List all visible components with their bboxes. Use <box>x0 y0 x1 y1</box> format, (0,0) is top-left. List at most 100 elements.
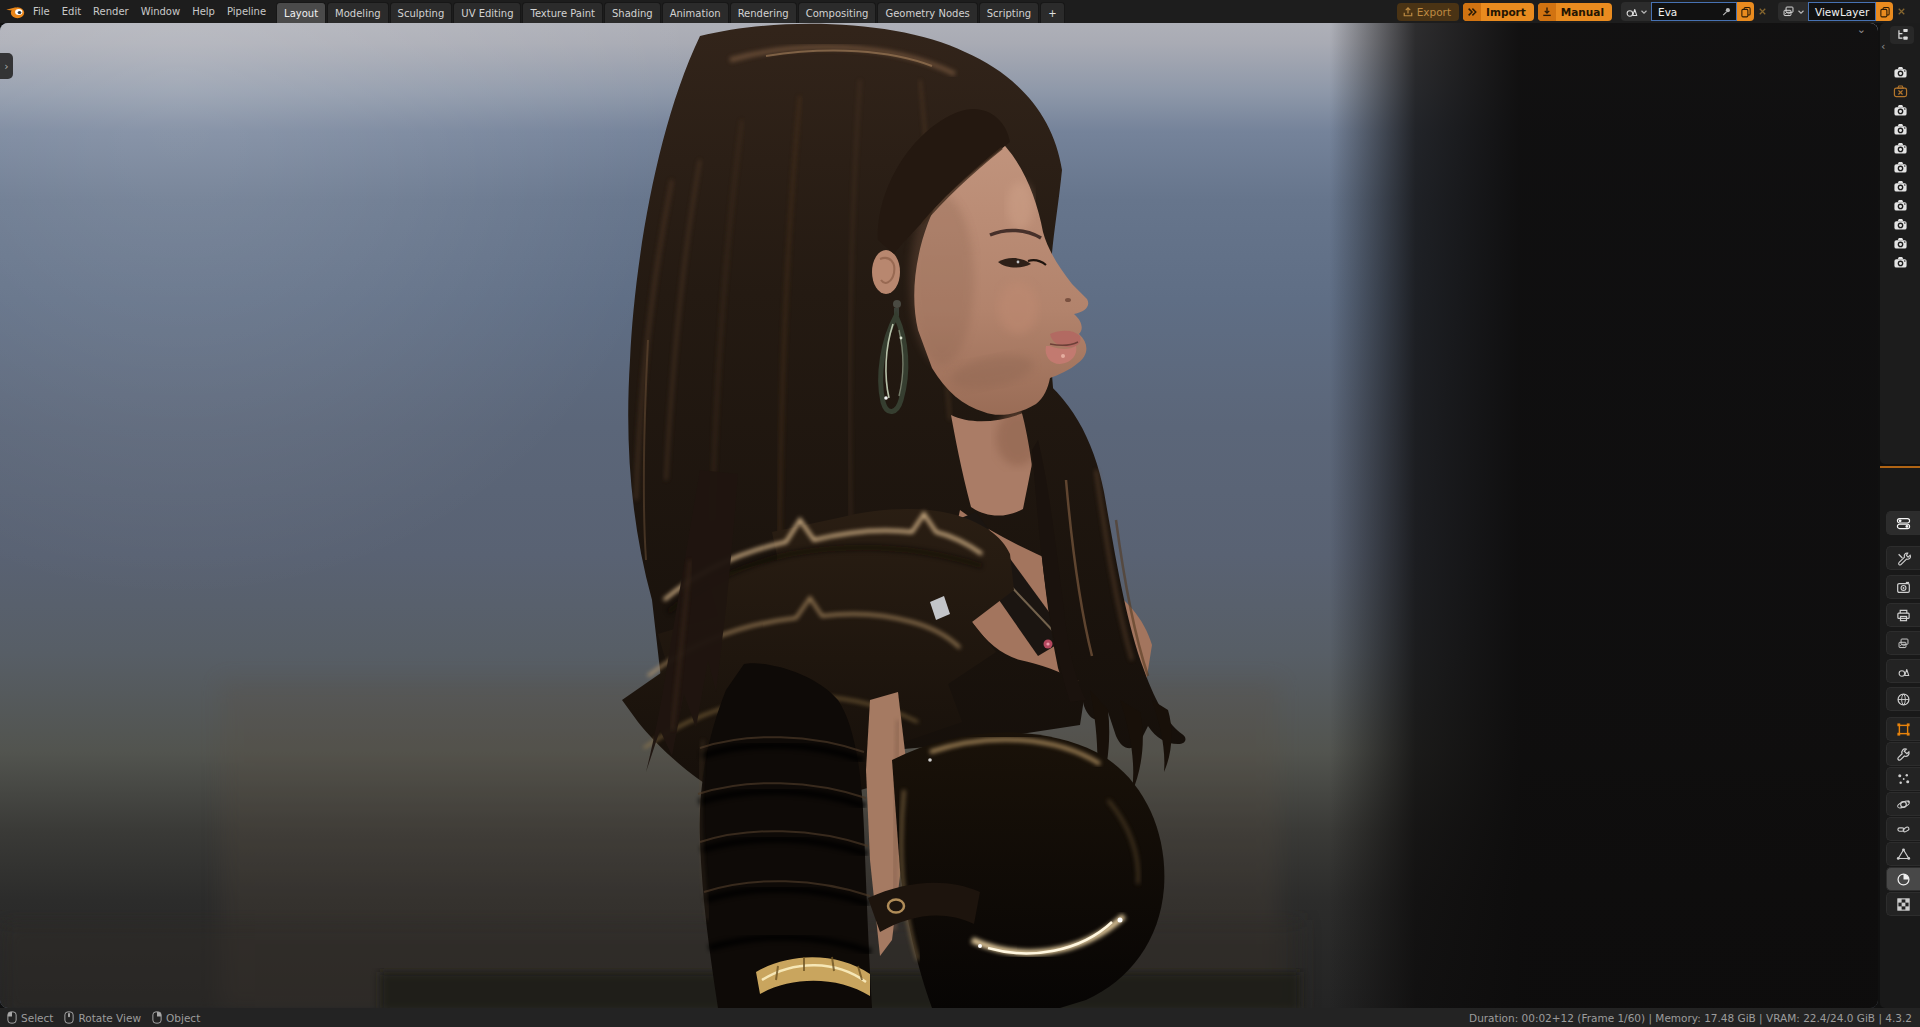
camera-visibility-icon[interactable] <box>1893 65 1908 79</box>
menu-item[interactable]: Edit <box>56 0 87 23</box>
pin-icon[interactable] <box>1721 6 1732 17</box>
topbar-right: Export Import Manual Eva <box>1397 2 1910 21</box>
import-button[interactable]: Import <box>1463 3 1534 21</box>
workspace-tab[interactable]: Sculpting <box>390 2 453 23</box>
add-workspace-button[interactable]: + <box>1040 2 1064 23</box>
ear <box>872 250 900 294</box>
menu-item[interactable]: Render <box>87 0 135 23</box>
workspace-tab[interactable]: Layout <box>276 2 326 23</box>
blender-logo-icon[interactable] <box>3 4 27 19</box>
double-chevron-right-icon <box>1463 3 1481 21</box>
export-label: Export <box>1417 6 1451 18</box>
mouse-hint-label: Select <box>21 1012 53 1024</box>
scene-browse-button[interactable] <box>1621 2 1651 21</box>
properties-tab[interactable] <box>1886 767 1920 791</box>
camera-visibility-icon[interactable] <box>1893 236 1908 250</box>
workspace-tab[interactable]: Texture Paint <box>522 2 603 23</box>
chevron-down-icon <box>1796 7 1806 17</box>
download-icon <box>1538 3 1556 21</box>
outliner-panel: ‹ <box>1880 23 1920 464</box>
scene-duplicate-button[interactable] <box>1737 2 1754 21</box>
duplicate-icon <box>1879 6 1891 18</box>
workspace-tabs: LayoutModelingSculptingUV EditingTexture… <box>276 0 1040 23</box>
camera-visibility-icon[interactable] <box>1893 122 1908 136</box>
menu-item[interactable]: File <box>27 0 56 23</box>
outliner-icon <box>1895 28 1909 42</box>
camera-visibility-icon[interactable] <box>1893 179 1908 193</box>
view-layer-selector: ViewLayer <box>1778 2 1910 21</box>
mouse-hint-label: Rotate View <box>78 1012 141 1024</box>
import-label: Import <box>1481 6 1534 18</box>
x-icon <box>1896 6 1907 17</box>
viewport-render <box>0 23 1878 1008</box>
scene-name-value: Eva <box>1658 6 1721 18</box>
chevron-down-icon <box>1639 7 1649 17</box>
outliner-editor-icon[interactable] <box>1890 26 1914 44</box>
view-layer-name-value: ViewLayer <box>1815 6 1871 18</box>
add-workspace-wrap: + <box>1040 0 1065 23</box>
scene-name-field[interactable]: Eva <box>1651 2 1737 21</box>
outliner-camera-column <box>1880 65 1920 269</box>
topbar: FileEditRenderWindowHelpPipeline LayoutM… <box>0 0 1920 23</box>
mouse-hint-label: Object <box>166 1012 200 1024</box>
camera-visibility-icon[interactable] <box>1893 255 1908 269</box>
camera-visibility-icon[interactable] <box>1893 160 1908 174</box>
camera-visibility-icon[interactable] <box>1893 103 1908 117</box>
properties-tab[interactable] <box>1886 687 1920 711</box>
status-info: Duration: 00:02+12 (Frame 1/60) | Memory… <box>1469 1012 1912 1024</box>
properties-tab[interactable] <box>1886 631 1920 655</box>
properties-tab[interactable] <box>1886 842 1920 866</box>
properties-tab[interactable] <box>1886 603 1920 627</box>
viewport-3d[interactable]: › ⌄ <box>0 23 1878 1008</box>
view-layer-add-button[interactable] <box>1876 2 1893 21</box>
toolbar-expand-chevron[interactable]: › <box>0 53 13 79</box>
manual-label: Manual <box>1556 6 1612 18</box>
workspace-tab[interactable]: Geometry Nodes <box>877 2 977 23</box>
export-button[interactable]: Export <box>1397 3 1459 21</box>
workspace-tab[interactable]: Compositing <box>798 2 877 23</box>
mouse-hints: Select Rotate View Object <box>6 1010 200 1025</box>
properties-tab[interactable] <box>1886 892 1920 916</box>
outliner-collapse-chevron[interactable]: ‹ <box>1881 40 1885 53</box>
mouse-hint: Select <box>6 1010 53 1025</box>
properties-tab[interactable] <box>1886 575 1920 599</box>
properties-tab[interactable] <box>1886 546 1920 570</box>
workspace-tab[interactable]: UV Editing <box>453 2 521 23</box>
view-layer-name-field[interactable]: ViewLayer <box>1808 2 1876 21</box>
scene-icon <box>1625 5 1638 18</box>
properties-tab[interactable] <box>1886 792 1920 816</box>
view-layer-browse-button[interactable] <box>1778 2 1808 21</box>
export-icon <box>1402 6 1414 18</box>
view-layer-remove-button[interactable] <box>1893 2 1910 21</box>
properties-tab[interactable] <box>1886 817 1920 841</box>
workspace-tab[interactable]: Shading <box>604 2 661 23</box>
mouse-icon <box>63 1010 75 1025</box>
camera-visibility-icon[interactable] <box>1893 84 1908 98</box>
workspace-tab[interactable]: Rendering <box>730 2 797 23</box>
camera-visibility-icon[interactable] <box>1893 198 1908 212</box>
menu-item[interactable]: Window <box>135 0 186 23</box>
camera-visibility-icon[interactable] <box>1893 141 1908 155</box>
properties-tab[interactable] <box>1886 511 1920 535</box>
menu-item[interactable]: Pipeline <box>221 0 272 23</box>
mouse-hint: Rotate View <box>63 1010 141 1025</box>
view-layer-icon <box>1782 5 1795 18</box>
workspace-tab[interactable]: Scripting <box>979 2 1039 23</box>
properties-tab[interactable] <box>1886 742 1920 766</box>
properties-tab[interactable] <box>1886 867 1920 891</box>
camera-visibility-icon[interactable] <box>1893 217 1908 231</box>
mouse-hint: Object <box>151 1010 200 1025</box>
workspace-tab[interactable]: Modeling <box>327 2 389 23</box>
properties-tab[interactable] <box>1886 717 1920 741</box>
status-bar: Select Rotate View Object Duration: 00:0… <box>0 1008 1920 1027</box>
menu-item[interactable]: Help <box>186 0 221 23</box>
workspace-tab[interactable]: Animation <box>662 2 729 23</box>
scene-unlink-button[interactable] <box>1754 2 1771 21</box>
duplicate-icon <box>1740 6 1752 18</box>
viewport-header-collapse-chevron[interactable]: ⌄ <box>1857 23 1866 36</box>
properties-tab[interactable] <box>1886 659 1920 683</box>
menu-bar: FileEditRenderWindowHelpPipeline <box>27 0 272 23</box>
manual-button[interactable]: Manual <box>1538 3 1612 21</box>
x-icon <box>1757 6 1768 17</box>
mouse-icon <box>6 1010 18 1025</box>
